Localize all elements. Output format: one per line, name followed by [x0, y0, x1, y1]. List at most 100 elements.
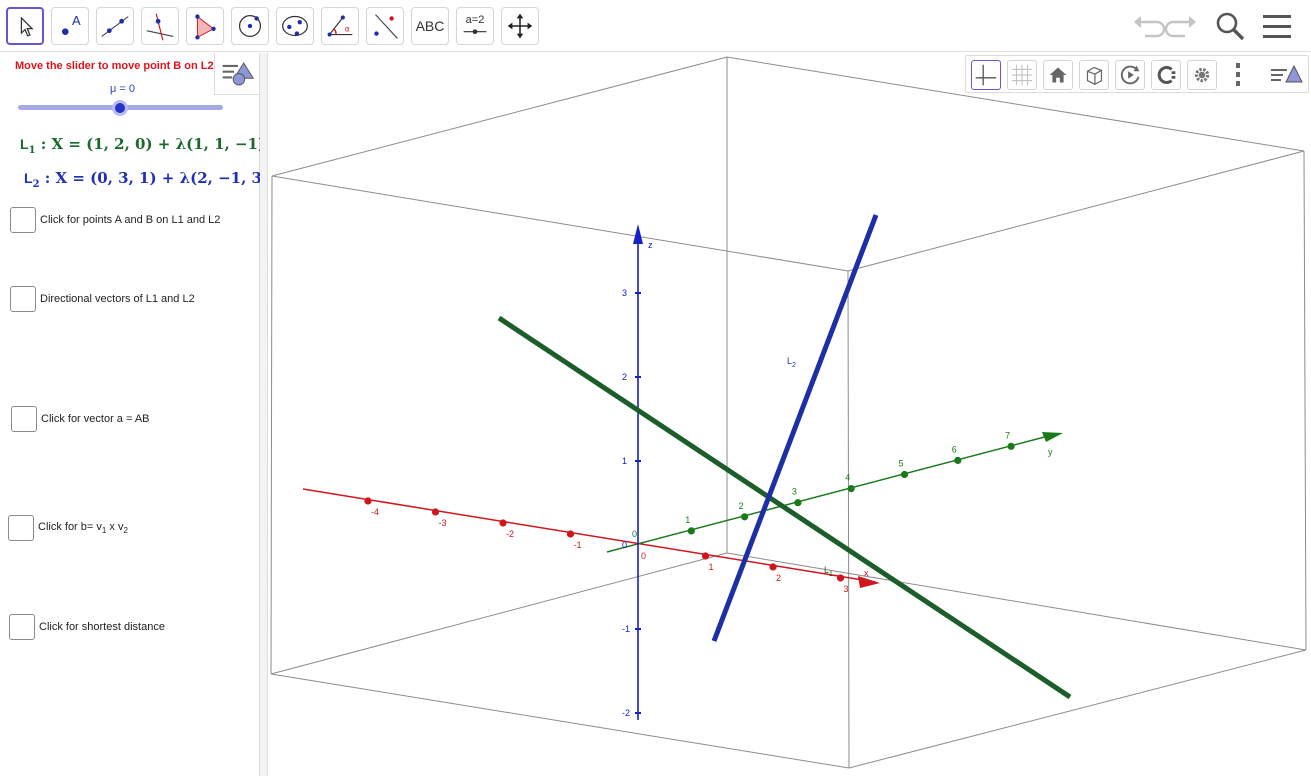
checkbox-directional-vectors[interactable] — [10, 286, 36, 312]
text-tool-button[interactable]: ABC — [411, 7, 449, 45]
move-view-tool-button[interactable] — [501, 7, 539, 45]
line-l1-equation[interactable]: L1 : X = (1, 2, 0) + λ(1, 1, −1) — [20, 135, 265, 156]
line-l2-expr: : X = (0, 3, 1) + λ(2, −1, 3) — [44, 169, 270, 187]
x-axis — [302, 488, 880, 588]
settings-button[interactable] — [1187, 60, 1217, 90]
x-axis-tick-label: 0 — [641, 551, 646, 561]
angle-tool-button[interactable]: α — [321, 7, 359, 45]
line-l2-label: L2 — [787, 356, 796, 369]
line-l2-sub: 2 — [32, 179, 40, 190]
checkbox-row-shortest-distance[interactable]: Click for shortest distance — [9, 614, 165, 640]
graphics-style-bar-toggle[interactable] — [1268, 60, 1306, 90]
standard-view-button[interactable] — [1043, 60, 1073, 90]
checkbox-points-label: Click for points A and B on L1 and L2 — [40, 214, 221, 226]
undo-button[interactable] — [1129, 8, 1167, 44]
projection-button[interactable] — [1151, 60, 1181, 90]
move-tool-button[interactable] — [6, 7, 44, 45]
search-icon — [1216, 12, 1245, 41]
line-l2-name: L — [24, 170, 33, 186]
graphics-3d-view[interactable]: -4 -3 -2 -1 0 1 2 3 x 01234567 y -2 -1 0 1 2 3 z L1 … — [269, 53, 1311, 776]
z-axis-tick-label: 3 — [622, 288, 627, 298]
perpendicular-line-icon — [146, 13, 174, 41]
checkbox-shortest-distance-label: Click for shortest distance — [39, 621, 165, 633]
y-axis-tick-dot — [900, 470, 909, 479]
z-axis-tick-label: 0 — [622, 540, 627, 550]
slider-mu-label: μ = 0 — [110, 83, 135, 95]
x-axis-tick-dot — [499, 519, 507, 527]
panel-divider[interactable] — [260, 53, 268, 776]
checkbox-row-vector-b[interactable]: Click for b= v1 x v2 — [8, 515, 128, 541]
conic-tool-button[interactable] — [276, 7, 314, 45]
line-l1-name: L — [20, 136, 29, 152]
cube-icon — [1086, 66, 1103, 86]
search-button[interactable] — [1211, 8, 1249, 44]
grid-icon — [1011, 64, 1033, 86]
x-axis-tick-dot — [566, 530, 575, 538]
graphics-3d-canvas[interactable]: -4-3-2-10123 x 01234567 y -2-10123 z L1 … — [269, 53, 1311, 776]
z-axis-tick-label: -1 — [622, 624, 630, 634]
line-l1-expr: : X = (1, 2, 0) + λ(1, 1, −1) — [40, 135, 266, 153]
toggle-grid-button[interactable] — [1007, 60, 1037, 90]
angle-icon: α — [327, 15, 353, 37]
ellipse-icon — [282, 15, 308, 37]
rotate-play-icon — [1120, 65, 1140, 85]
x-axis-tick-label: 2 — [776, 573, 781, 583]
y-axis-tick-label: 0 — [632, 529, 637, 539]
slider-mu-thumb[interactable] — [112, 100, 128, 116]
checkbox-shortest-distance[interactable] — [9, 614, 35, 640]
arrow-cursor-icon — [20, 16, 34, 37]
circle-tool-button[interactable] — [231, 7, 269, 45]
y-axis-tick-label: 7 — [1005, 430, 1010, 440]
polygon-tool-button[interactable] — [186, 7, 224, 45]
kebab-menu-icon — [1236, 63, 1240, 86]
x-axis-tick-dot — [836, 574, 845, 582]
checkbox-vector-a[interactable] — [11, 406, 37, 432]
perpendicular-line-tool-button[interactable] — [141, 7, 179, 45]
geogebra-3d-app: A α ABC a=2 Move the slider to move poin… — [0, 0, 1311, 776]
svg-text:α: α — [345, 25, 350, 34]
checkbox-vector-b[interactable] — [8, 515, 34, 541]
z-axis-label: z — [648, 240, 653, 250]
line-l2-equation[interactable]: L2 : X = (0, 3, 1) + λ(2, −1, 3) — [24, 169, 269, 190]
y-axis-tick-label: 3 — [792, 487, 797, 497]
y-axis-tick-label: 6 — [952, 444, 957, 454]
gear-icon — [1194, 67, 1210, 83]
line-l2[interactable] — [711, 214, 879, 642]
move-arrows-icon — [507, 13, 533, 39]
z-axis-tick-label: 1 — [622, 456, 627, 466]
line-through-points-icon — [101, 16, 129, 37]
y-axis-label: y — [1048, 447, 1053, 457]
line-l1[interactable] — [497, 315, 1072, 700]
algebra-panel: Move the slider to move point B on L2 μ … — [0, 53, 269, 776]
hamburger-menu-icon — [1263, 15, 1291, 38]
point-tool-button[interactable]: A — [51, 7, 89, 45]
main-menu-button[interactable] — [1258, 8, 1296, 44]
line-tool-button[interactable] — [96, 7, 134, 45]
checkbox-directional-vectors-label: Directional vectors of L1 and L2 — [40, 293, 195, 305]
checkbox-row-directional-vectors[interactable]: Directional vectors of L1 and L2 — [10, 286, 195, 312]
point-tool-letter: A — [72, 13, 81, 28]
point-icon — [61, 28, 69, 35]
checkbox-row-vector-a[interactable]: Click for vector a = AB — [11, 406, 150, 432]
x-axis-tick-dot — [769, 563, 777, 571]
checkbox-points[interactable] — [10, 207, 36, 233]
rotate-view-button[interactable] — [1115, 60, 1145, 90]
y-axis-tick-label: 4 — [845, 473, 850, 483]
slider-tool-button[interactable]: a=2 — [456, 7, 494, 45]
x-axis-tick-label: 3 — [844, 584, 849, 594]
home-icon — [1049, 67, 1067, 83]
redo-icon — [1164, 16, 1196, 38]
z-axis-tick-label: -2 — [622, 708, 630, 718]
redo-button[interactable] — [1163, 8, 1201, 44]
checkbox-row-points[interactable]: Click for points A and B on L1 and L2 — [10, 207, 220, 233]
algebra-style-bar-button[interactable] — [214, 53, 260, 95]
clipping-box-button[interactable] — [1079, 60, 1109, 90]
z-axis-tick-label: 2 — [622, 372, 627, 382]
clipping-box — [270, 56, 1307, 769]
toggle-axes-button[interactable] — [971, 60, 1001, 90]
x-axis-label: x — [864, 568, 869, 578]
line-l1-label: L1 — [824, 565, 833, 578]
reflect-tool-button[interactable] — [366, 7, 404, 45]
y-axis-tick-label: 1 — [685, 515, 690, 525]
more-options-button[interactable] — [1223, 60, 1253, 90]
